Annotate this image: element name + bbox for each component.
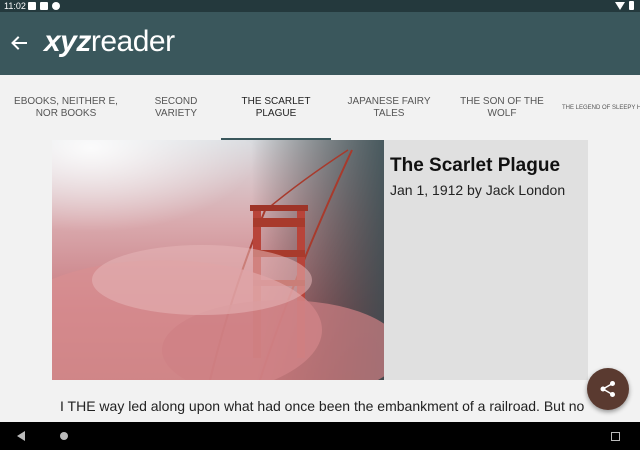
tab-second-variety[interactable]: SECOND VARIETY (133, 75, 219, 140)
nav-recents-icon[interactable] (611, 432, 620, 441)
article-meta-panel: The Scarlet Plague Jan 1, 1912 by Jack L… (384, 140, 588, 380)
tab-label: SECOND VARIETY (154, 95, 198, 119)
status-bar: 11:02 (0, 0, 640, 12)
tab-label: THE SON OF THE WOLF (460, 95, 544, 119)
share-button[interactable] (587, 368, 629, 410)
app-logo: xyzreader (44, 25, 175, 59)
tab-label: THE LEGEND OF SLEEPY HO (562, 104, 640, 111)
tab-label: THE SCARLET PLAGUE (241, 95, 311, 119)
tab-legend-of-sleepy-hollow[interactable]: THE LEGEND OF SLEEPY HO (562, 75, 640, 140)
nav-back-icon[interactable] (17, 431, 25, 441)
tab-scarlet-plague[interactable]: THE SCARLET PLAGUE (221, 75, 331, 140)
notification-icon (28, 2, 36, 10)
battery-icon (629, 1, 634, 10)
notification-icons (28, 2, 60, 10)
tab-ebooks[interactable]: EBOOKS, NEITHER E, NOR BOOKS (6, 75, 126, 140)
nav-home-icon[interactable] (60, 432, 68, 440)
logo-rest-part: reader (90, 25, 175, 58)
article-hero-image (52, 140, 384, 380)
article-body: I THE way led along upon what had once b… (60, 398, 585, 414)
logo-bold-part: xyz (44, 25, 91, 58)
system-nav-bar (0, 422, 640, 450)
share-icon (600, 381, 615, 397)
tab-son-of-the-wolf[interactable]: THE SON OF THE WOLF (448, 75, 556, 140)
system-icons (615, 1, 634, 10)
tab-label: EBOOKS, NEITHER E, NOR BOOKS (14, 95, 118, 119)
article-title: The Scarlet Plague (390, 155, 561, 176)
tab-label: JAPANESE FAIRY TALES (347, 95, 431, 119)
status-time: 11:02 (4, 1, 26, 11)
notification-icon (52, 2, 60, 10)
tab-japanese-fairy-tales[interactable]: JAPANESE FAIRY TALES (334, 75, 444, 140)
arrow-left-icon[interactable] (10, 34, 28, 52)
notification-icon (40, 2, 48, 10)
app-toolbar: xyzreader (0, 12, 640, 75)
article-byline: Jan 1, 1912 by Jack London (390, 182, 566, 198)
article-tabs: EBOOKS, NEITHER E, NOR BOOKS SECOND VARI… (0, 75, 640, 140)
wifi-icon (615, 1, 625, 10)
